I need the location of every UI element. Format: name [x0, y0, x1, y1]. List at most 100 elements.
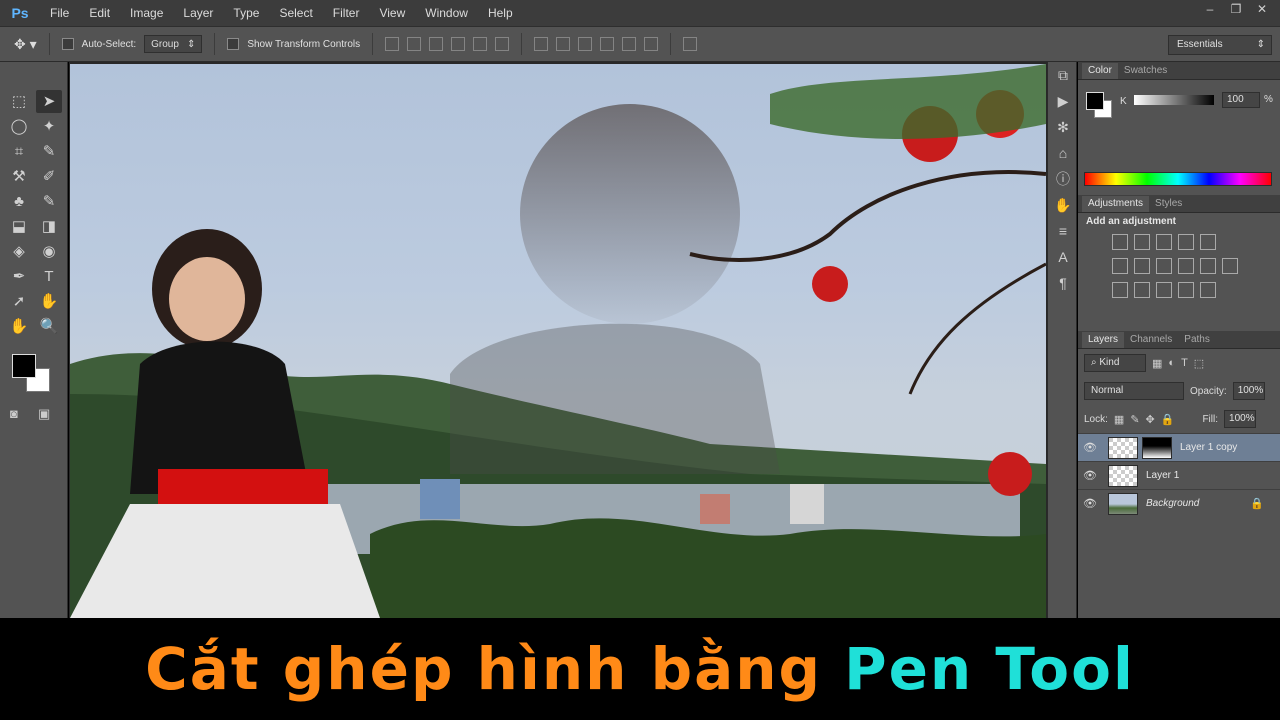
- posterize-icon[interactable]: [1134, 282, 1150, 298]
- character-icon[interactable]: A: [1048, 244, 1078, 270]
- screen-mode-icon[interactable]: ▣: [38, 406, 50, 422]
- zoom-tool-icon[interactable]: 🔍: [36, 315, 62, 338]
- clone-source-icon[interactable]: ⌂: [1048, 140, 1078, 166]
- eye-icon[interactable]: 👁: [1078, 497, 1102, 510]
- channel-mixer-icon[interactable]: [1200, 258, 1216, 274]
- menu-window[interactable]: Window: [415, 0, 478, 26]
- menu-help[interactable]: Help: [478, 0, 523, 26]
- align-hcenter-icon[interactable]: [473, 37, 488, 51]
- tab-layers[interactable]: Layers: [1082, 332, 1125, 348]
- gradient-map-icon[interactable]: [1200, 282, 1216, 298]
- blur-tool-icon[interactable]: ◈: [6, 240, 32, 263]
- filter-adjust-icon[interactable]: ◐: [1168, 357, 1175, 369]
- curves-icon[interactable]: [1156, 234, 1172, 250]
- lasso-tool-icon[interactable]: ◯: [6, 115, 32, 138]
- paragraph-icon[interactable]: ¶: [1048, 270, 1078, 296]
- marquee-tool-icon[interactable]: ⬚: [6, 90, 32, 113]
- foreground-color-swatch[interactable]: [12, 354, 36, 378]
- align-right-icon[interactable]: [495, 37, 510, 51]
- distribute-top-icon[interactable]: [534, 37, 549, 51]
- k-channel-slider[interactable]: [1134, 95, 1214, 105]
- move-tool-icon[interactable]: ✥ ▾: [14, 36, 37, 53]
- document-image[interactable]: [70, 64, 1046, 618]
- fill-input[interactable]: 100%: [1224, 410, 1257, 428]
- lock-pixels-icon[interactable]: ✎: [1130, 413, 1139, 426]
- pen-tool-icon[interactable]: ✒: [6, 265, 32, 288]
- menu-edit[interactable]: Edit: [79, 0, 120, 26]
- dodge-tool-icon[interactable]: ◉: [36, 240, 62, 263]
- auto-select-dropdown[interactable]: Group ⇕: [144, 35, 203, 53]
- k-channel-input[interactable]: 100: [1222, 92, 1260, 108]
- transform-controls-checkbox[interactable]: [227, 38, 240, 50]
- path-selection-tool-icon[interactable]: ➚: [6, 290, 32, 313]
- exposure-icon[interactable]: [1178, 234, 1194, 250]
- eye-icon[interactable]: 👁: [1078, 441, 1102, 454]
- opacity-input[interactable]: 100%: [1232, 382, 1265, 400]
- filter-pixel-icon[interactable]: ▦: [1152, 357, 1162, 370]
- tab-swatches[interactable]: Swatches: [1118, 63, 1173, 79]
- distribute-vcenter-icon[interactable]: [556, 37, 571, 51]
- menu-filter[interactable]: Filter: [323, 0, 370, 26]
- color-spectrum[interactable]: [1084, 172, 1272, 186]
- minimize-button[interactable]: –: [1198, 0, 1222, 18]
- photo-filter-icon[interactable]: [1178, 258, 1194, 274]
- align-left-icon[interactable]: [451, 37, 466, 51]
- crop-tool-icon[interactable]: ⌗: [6, 140, 32, 163]
- canvas-area[interactable]: [69, 62, 1047, 618]
- menu-type[interactable]: Type: [223, 0, 269, 26]
- tab-styles[interactable]: Styles: [1149, 196, 1188, 212]
- tab-channels[interactable]: Channels: [1124, 332, 1178, 348]
- history-icon[interactable]: ⧉: [1048, 62, 1078, 88]
- invert-icon[interactable]: [1112, 282, 1128, 298]
- move-tool-icon[interactable]: ➤: [36, 90, 62, 113]
- workspace-dropdown[interactable]: Essentials ⇕: [1168, 35, 1272, 55]
- tab-adjustments[interactable]: Adjustments: [1082, 196, 1150, 212]
- restore-button[interactable]: ❐: [1224, 0, 1248, 18]
- magic-wand-tool-icon[interactable]: ✦: [36, 115, 62, 138]
- info-icon[interactable]: ⓘ: [1048, 166, 1078, 192]
- selective-color-icon[interactable]: [1178, 282, 1194, 298]
- clone-stamp-tool-icon[interactable]: ♣: [6, 190, 32, 213]
- auto-select-checkbox[interactable]: [61, 38, 74, 50]
- brush-preset-icon[interactable]: ✻: [1048, 114, 1078, 140]
- distribute-bottom-icon[interactable]: [578, 37, 593, 51]
- color-lookup-icon[interactable]: [1222, 258, 1238, 274]
- lock-position-icon[interactable]: ✥: [1146, 413, 1155, 426]
- layer-kind-filter[interactable]: ⌕ Kind: [1084, 354, 1146, 372]
- color-foreground-swatch[interactable]: [1086, 92, 1104, 110]
- layer-row-background[interactable]: 👁 Background 🔒: [1078, 489, 1280, 517]
- distribute-hcenter-icon[interactable]: [622, 37, 637, 51]
- type-tool-icon[interactable]: T: [36, 265, 62, 288]
- close-button[interactable]: ✕: [1250, 0, 1274, 18]
- layer-row-layer-1[interactable]: 👁 Layer 1: [1078, 461, 1280, 489]
- hand-tool-icon[interactable]: ✋: [6, 315, 32, 338]
- tool-presets-icon[interactable]: ✋: [1048, 192, 1078, 218]
- blend-mode-dropdown[interactable]: Normal: [1084, 382, 1184, 400]
- eyedropper-tool-icon[interactable]: ✎: [36, 140, 62, 163]
- gradient-tool-icon[interactable]: ◨: [36, 215, 62, 238]
- menu-layer[interactable]: Layer: [173, 0, 223, 26]
- hue-saturation-icon[interactable]: [1112, 258, 1128, 274]
- black-white-icon[interactable]: [1156, 258, 1172, 274]
- brightness-icon[interactable]: [1112, 234, 1128, 250]
- menu-view[interactable]: View: [369, 0, 415, 26]
- actions-play-icon[interactable]: ▶: [1048, 88, 1078, 114]
- menu-image[interactable]: Image: [120, 0, 173, 26]
- shape-tool-icon[interactable]: ✋: [36, 290, 62, 313]
- eye-icon[interactable]: 👁: [1078, 469, 1102, 482]
- quick-mask-icon[interactable]: ◙: [10, 406, 18, 421]
- properties-icon[interactable]: ≡: [1048, 218, 1078, 244]
- layer-row-layer-1-copy[interactable]: 👁 Layer 1 copy: [1078, 433, 1280, 461]
- healing-brush-tool-icon[interactable]: ⚒: [6, 165, 32, 188]
- distribute-left-icon[interactable]: [600, 37, 615, 51]
- brush-tool-icon[interactable]: ✐: [36, 165, 62, 188]
- vibrance-icon[interactable]: [1200, 234, 1216, 250]
- auto-align-icon[interactable]: [683, 37, 698, 51]
- color-balance-icon[interactable]: [1134, 258, 1150, 274]
- threshold-icon[interactable]: [1156, 282, 1172, 298]
- history-brush-tool-icon[interactable]: ✎: [36, 190, 62, 213]
- tab-paths[interactable]: Paths: [1178, 332, 1216, 348]
- layer-mask-thumbnail[interactable]: [1142, 436, 1172, 459]
- filter-shape-icon[interactable]: ⬚: [1194, 357, 1204, 370]
- lock-all-icon[interactable]: 🔒: [1161, 413, 1175, 426]
